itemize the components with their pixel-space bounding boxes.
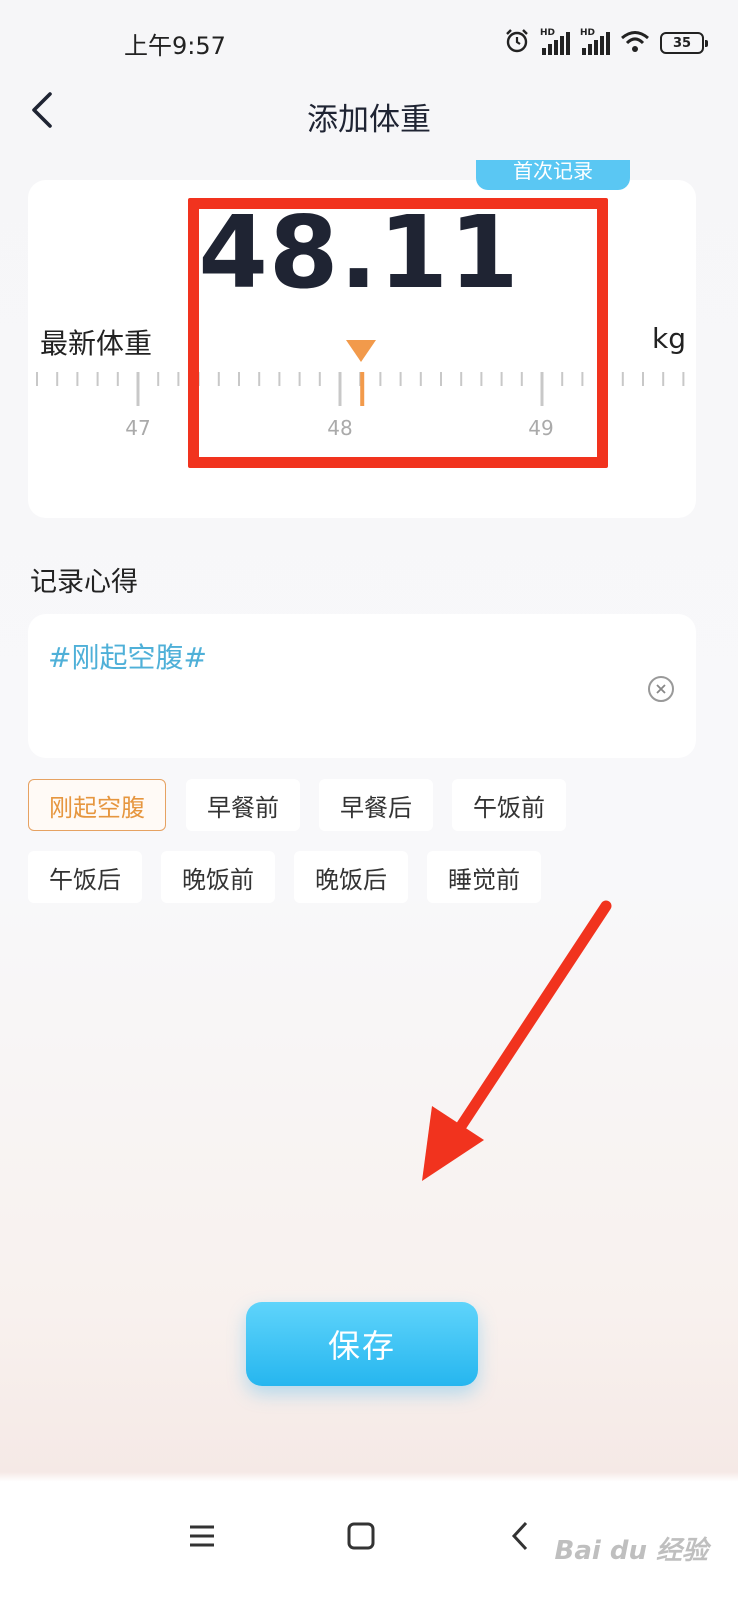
tag-after-dinner[interactable]: 晚饭后 xyxy=(294,851,408,903)
watermark-text: Bai du 经验 xyxy=(554,1536,709,1566)
page-title: 添加体重 xyxy=(307,102,431,138)
nav-menu-button[interactable] xyxy=(172,1506,232,1566)
back-chevron-icon xyxy=(511,1521,528,1551)
tag-wake-fasting[interactable]: 刚起空腹 xyxy=(28,779,166,831)
note-text[interactable]: #刚起空腹# xyxy=(48,636,207,676)
nav-home-button[interactable] xyxy=(331,1506,391,1566)
tag-before-dinner[interactable]: 晚饭前 xyxy=(161,851,275,903)
save-button[interactable]: 保存 xyxy=(246,1302,478,1386)
clear-note-button[interactable] xyxy=(648,676,674,702)
annotation-arrow-icon xyxy=(422,900,612,1181)
latest-weight-label: 最新体重 xyxy=(40,327,153,360)
tag-after-breakfast[interactable]: 早餐后 xyxy=(319,779,433,831)
menu-icon xyxy=(190,1525,214,1547)
close-circle-icon xyxy=(656,684,666,694)
annotation-highlight-box xyxy=(188,198,608,468)
status-icons: HD HD 35 xyxy=(504,26,708,60)
note-label: 记录心得 xyxy=(30,567,138,598)
ruler-tick-label: 47 xyxy=(125,416,151,440)
alarm-icon xyxy=(504,28,530,58)
home-square-icon xyxy=(347,1522,375,1550)
weight-unit: kg xyxy=(652,322,686,355)
tag-after-lunch[interactable]: 午饭后 xyxy=(28,851,142,903)
battery-icon: 35 xyxy=(660,32,708,54)
nav-back-button[interactable] xyxy=(490,1506,550,1566)
status-time: 上午9:57 xyxy=(124,32,226,60)
tag-before-lunch[interactable]: 午饭前 xyxy=(452,779,566,831)
signal-icon: HD xyxy=(540,28,570,55)
first-record-badge: 首次记录 xyxy=(476,160,630,190)
wifi-icon xyxy=(620,29,650,57)
signal-icon: HD xyxy=(580,28,610,55)
tag-before-breakfast[interactable]: 早餐前 xyxy=(186,779,300,831)
